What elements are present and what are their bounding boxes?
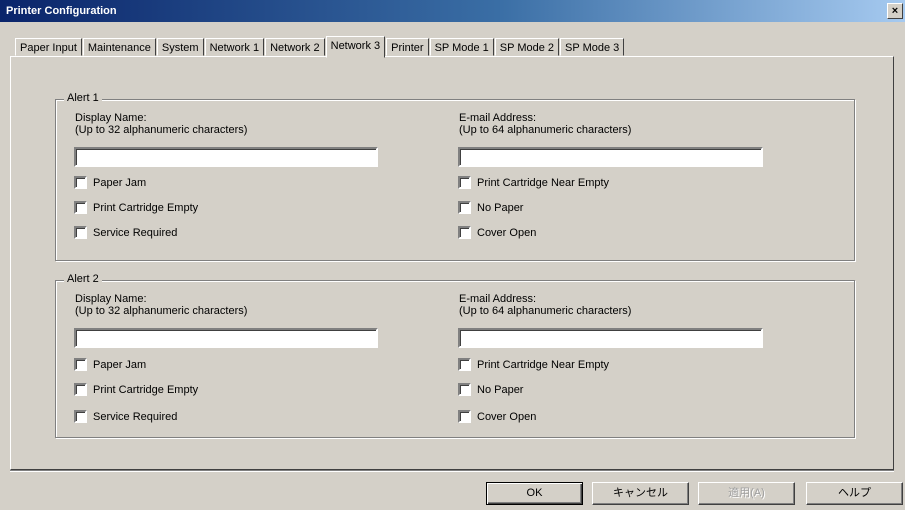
checkbox-box[interactable]	[74, 358, 87, 371]
checkbox-label: No Paper	[477, 383, 524, 396]
alert-2-group: Alert 2 Display Name: (Up to 32 alphanum…	[55, 273, 855, 438]
checkbox-box[interactable]	[74, 383, 87, 396]
alert-1-display-name-hint: (Up to 32 alphanumeric characters)	[75, 124, 248, 136]
alert-1-email-hint: (Up to 64 alphanumeric characters)	[459, 124, 632, 136]
alert-2-display-name-hint: (Up to 32 alphanumeric characters)	[75, 305, 248, 317]
help-button[interactable]: ヘルプ	[806, 482, 903, 505]
tab-maintenance[interactable]: Maintenance	[82, 38, 156, 56]
checkbox-box[interactable]	[458, 410, 471, 423]
tab-network-2[interactable]: Network 2	[265, 38, 325, 56]
tab-sp-mode-3[interactable]: SP Mode 3	[560, 38, 625, 56]
alert-1-legend: Alert 1	[64, 92, 102, 104]
alert-1-service-required-checkbox[interactable]: Service Required	[74, 226, 177, 239]
alert-1-group: Alert 1 Display Name: (Up to 32 alphanum…	[55, 92, 855, 261]
tab-network-1[interactable]: Network 1	[204, 38, 265, 56]
alert-1-no-paper-checkbox[interactable]: No Paper	[458, 201, 523, 214]
tab-sp-mode-1[interactable]: SP Mode 1	[429, 38, 494, 56]
checkbox-label: Paper Jam	[93, 176, 147, 189]
alert-2-email-hint: (Up to 64 alphanumeric characters)	[459, 305, 632, 317]
alert-1-paper-jam-checkbox[interactable]: Paper Jam	[74, 176, 146, 189]
alert-2-no-paper-checkbox[interactable]: No Paper	[458, 383, 523, 396]
checkbox-box[interactable]	[74, 201, 87, 214]
cancel-button[interactable]: キャンセル	[592, 482, 689, 505]
checkbox-box[interactable]	[458, 201, 471, 214]
alert-2-email-input[interactable]	[458, 328, 763, 348]
checkbox-label: Print Cartridge Near Empty	[477, 358, 610, 371]
checkbox-box[interactable]	[458, 383, 471, 396]
alert-2-cartridge-near-empty-checkbox[interactable]: Print Cartridge Near Empty	[458, 358, 609, 371]
window-title: Printer Configuration	[6, 5, 117, 17]
checkbox-box[interactable]	[458, 226, 471, 239]
checkbox-label: Print Cartridge Empty	[93, 201, 199, 214]
tab-printer[interactable]: Printer	[386, 38, 429, 56]
alert-1-cartridge-near-empty-checkbox[interactable]: Print Cartridge Near Empty	[458, 176, 609, 189]
tab-network-3[interactable]: Network 3	[325, 36, 386, 58]
tab-system[interactable]: System	[156, 38, 204, 56]
tab-paper-input[interactable]: Paper Input	[15, 38, 82, 56]
checkbox-label: Print Cartridge Empty	[93, 383, 199, 396]
checkbox-label: Paper Jam	[93, 358, 147, 371]
checkbox-label: Service Required	[93, 410, 178, 423]
checkbox-label: Service Required	[93, 226, 178, 239]
alert-2-cartridge-empty-checkbox[interactable]: Print Cartridge Empty	[74, 383, 198, 396]
checkbox-box[interactable]	[74, 410, 87, 423]
alert-1-email-input[interactable]	[458, 147, 763, 167]
alert-2-paper-jam-checkbox[interactable]: Paper Jam	[74, 358, 146, 371]
checkbox-box[interactable]	[74, 226, 87, 239]
checkbox-box[interactable]	[458, 358, 471, 371]
checkbox-label: Cover Open	[477, 410, 537, 423]
checkbox-label: No Paper	[477, 201, 524, 214]
close-icon[interactable]: ×	[887, 3, 903, 19]
tab-sp-mode-2[interactable]: SP Mode 2	[494, 38, 560, 56]
alert-1-cartridge-empty-checkbox[interactable]: Print Cartridge Empty	[74, 201, 198, 214]
checkbox-label: Cover Open	[477, 226, 537, 239]
alert-2-display-name-input[interactable]	[74, 328, 378, 348]
alert-2-service-required-checkbox[interactable]: Service Required	[74, 410, 177, 423]
title-bar[interactable]: Printer Configuration ×	[0, 0, 905, 22]
alert-2-legend: Alert 2	[64, 273, 102, 285]
checkbox-box[interactable]	[74, 176, 87, 189]
checkbox-box[interactable]	[458, 176, 471, 189]
apply-button[interactable]: 適用(A)	[698, 482, 795, 505]
checkbox-label: Print Cartridge Near Empty	[477, 176, 610, 189]
alert-1-display-name-input[interactable]	[74, 147, 378, 167]
ok-button[interactable]: OK	[486, 482, 583, 505]
button-row-divider	[10, 470, 894, 472]
alert-1-cover-open-checkbox[interactable]: Cover Open	[458, 226, 536, 239]
alert-2-cover-open-checkbox[interactable]: Cover Open	[458, 410, 536, 423]
tab-strip: Paper Input Maintenance System Network 1…	[15, 36, 625, 58]
